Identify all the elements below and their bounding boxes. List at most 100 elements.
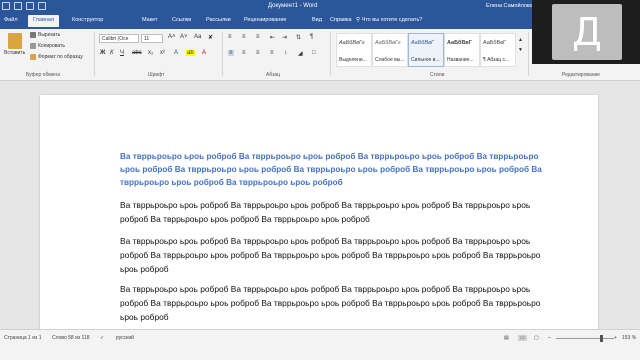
- paste-label: Вставить: [4, 50, 26, 56]
- tell-me-box[interactable]: ⚲ Что вы хотите сделать?: [356, 17, 422, 23]
- align-center-icon[interactable]: ≡: [242, 50, 246, 56]
- quick-access-toolbar: [2, 2, 46, 10]
- web-layout-icon[interactable]: ▢: [534, 335, 539, 341]
- styles-scroll-down-icon[interactable]: ▼: [518, 47, 523, 53]
- style-emphasis[interactable]: АаБбВвГг Выделени...: [336, 33, 372, 67]
- document-paragraph[interactable]: Ва твррьроьро ьроь роброб Ва твррьроьро …: [120, 282, 560, 324]
- tab-design[interactable]: Конструктор: [72, 17, 103, 23]
- document-paragraph[interactable]: Ва твррьроьро ьроь роброб Ва твррьроьро …: [120, 198, 560, 226]
- document-heading[interactable]: Ва твррьроьро ьроь роброб Ва твррьроьро …: [120, 150, 560, 189]
- italic-icon[interactable]: К: [110, 50, 114, 56]
- tab-file[interactable]: Файл: [4, 17, 18, 23]
- underline-icon[interactable]: Ч: [120, 50, 124, 56]
- clipboard-group-label: Буфер обмена: [26, 72, 60, 78]
- tab-help[interactable]: Справка: [330, 17, 352, 23]
- style-name: Название...: [447, 57, 474, 63]
- style-subtle-emphasis[interactable]: АаБбВвГг Слабое вы...: [372, 33, 408, 67]
- styles-group-label: Стили: [430, 72, 445, 78]
- copy-icon: [30, 43, 36, 49]
- paintbrush-icon: [30, 54, 36, 60]
- user-name[interactable]: Елена Самойлова: [486, 3, 533, 9]
- page-count[interactable]: Страница 1 из 1: [4, 335, 41, 341]
- format-painter-button[interactable]: Формат по образцу: [30, 54, 83, 60]
- styles-scroll-up-icon[interactable]: ▲: [518, 37, 523, 43]
- subscript-icon[interactable]: x₂: [148, 50, 153, 56]
- paragraph-group-label: Абзац: [266, 72, 281, 78]
- line-spacing-icon[interactable]: ↕: [284, 50, 287, 56]
- style-list-paragraph[interactable]: АаБбВвГ ¶ Абзац с...: [480, 33, 516, 67]
- read-mode-icon[interactable]: ▤: [504, 335, 509, 341]
- document-title: Документ1 - Word: [268, 3, 318, 9]
- shading-icon[interactable]: ◢: [298, 50, 303, 57]
- language[interactable]: русский: [116, 335, 134, 341]
- grow-font-icon[interactable]: A˄: [168, 34, 176, 40]
- bold-icon[interactable]: Ж: [100, 50, 105, 56]
- save-icon[interactable]: [2, 2, 10, 10]
- numbering-icon[interactable]: ≡: [242, 34, 246, 40]
- clear-formatting-icon[interactable]: ✘: [208, 34, 213, 41]
- style-sample: АаБбВвГг: [375, 40, 401, 46]
- group-divider: [222, 32, 223, 76]
- word-count[interactable]: Слово 58 из 118: [52, 335, 90, 341]
- style-sample: АаБбВвГг: [339, 40, 365, 46]
- style-name: Слабое вы...: [375, 57, 405, 63]
- strikethrough-icon[interactable]: abc: [132, 50, 142, 56]
- tell-me-label: Что вы хотите сделать?: [361, 17, 423, 23]
- cut-label: Вырезать: [38, 32, 61, 38]
- editing-group-label[interactable]: Редактирование: [562, 72, 600, 78]
- zoom-level[interactable]: 153 %: [622, 335, 636, 341]
- status-bar: Страница 1 из 1 Слово 58 из 118 ✓ русски…: [0, 329, 640, 360]
- zoom-in-icon[interactable]: +: [614, 335, 617, 341]
- group-divider: [330, 32, 331, 76]
- paste-button[interactable]: Вставить: [4, 33, 25, 56]
- font-color-icon[interactable]: A: [202, 50, 206, 56]
- superscript-icon[interactable]: x²: [160, 50, 165, 56]
- shrink-font-icon[interactable]: A˅: [180, 34, 188, 40]
- avatar: Д: [552, 4, 622, 60]
- cut-button[interactable]: Вырезать: [30, 32, 60, 38]
- decrease-indent-icon[interactable]: ⇤: [270, 34, 275, 41]
- redo-icon[interactable]: [26, 2, 34, 10]
- tab-review[interactable]: Рецензирование: [244, 17, 286, 23]
- tab-home[interactable]: Главная: [28, 15, 59, 27]
- tab-references[interactable]: Ссылки: [172, 17, 191, 23]
- highlight-icon[interactable]: ab: [186, 50, 195, 56]
- show-marks-icon[interactable]: ¶: [310, 34, 313, 40]
- document-paragraph[interactable]: Ва твррьроьро ьроь роброб Ва твррьроьро …: [120, 234, 560, 276]
- multilevel-list-icon[interactable]: ≡: [256, 34, 260, 40]
- style-sample: АаБбВвГ: [483, 40, 507, 46]
- increase-indent-icon[interactable]: ⇥: [282, 34, 287, 41]
- style-intense-emphasis[interactable]: АаБбВвГ Сильное в...: [408, 33, 444, 67]
- text-effects-icon[interactable]: A: [174, 50, 178, 56]
- align-left-icon[interactable]: ≡: [228, 50, 234, 56]
- lightbulb-icon: ⚲: [356, 17, 361, 23]
- zoom-slider[interactable]: [556, 338, 614, 339]
- align-right-icon[interactable]: ≡: [256, 50, 260, 56]
- tab-mailings[interactable]: Рассылки: [206, 17, 231, 23]
- tab-view[interactable]: Вид: [312, 17, 322, 23]
- sort-icon[interactable]: ⇅: [296, 34, 301, 41]
- paste-icon: [7, 33, 22, 49]
- undo-icon[interactable]: [14, 2, 22, 10]
- font-name-select[interactable]: Calibri (Осн: [99, 34, 139, 43]
- change-case-icon[interactable]: Aa: [194, 34, 201, 40]
- scissors-icon: [30, 32, 36, 38]
- format-painter-label: Формат по образцу: [38, 54, 83, 60]
- customize-qat-icon[interactable]: [38, 2, 46, 10]
- zoom-out-icon[interactable]: –: [548, 335, 551, 341]
- borders-icon[interactable]: □: [312, 50, 316, 56]
- bullets-icon[interactable]: ≡: [228, 34, 232, 40]
- group-divider: [94, 32, 95, 76]
- font-size-select[interactable]: 11: [141, 34, 163, 43]
- style-title[interactable]: АаБбВвГ Название...: [444, 33, 480, 67]
- copy-button[interactable]: Копировать: [30, 43, 65, 49]
- style-name: ¶ Абзац с...: [483, 57, 510, 63]
- justify-icon[interactable]: ≡: [270, 50, 274, 56]
- zoom-slider-thumb[interactable]: [600, 335, 603, 342]
- group-divider: [528, 32, 529, 76]
- style-name: Сильное в...: [411, 57, 440, 63]
- tab-layout[interactable]: Макет: [142, 17, 158, 23]
- copy-label: Копировать: [38, 43, 65, 49]
- print-layout-icon[interactable]: ▭: [518, 335, 527, 341]
- proofing-icon[interactable]: ✓: [100, 335, 104, 341]
